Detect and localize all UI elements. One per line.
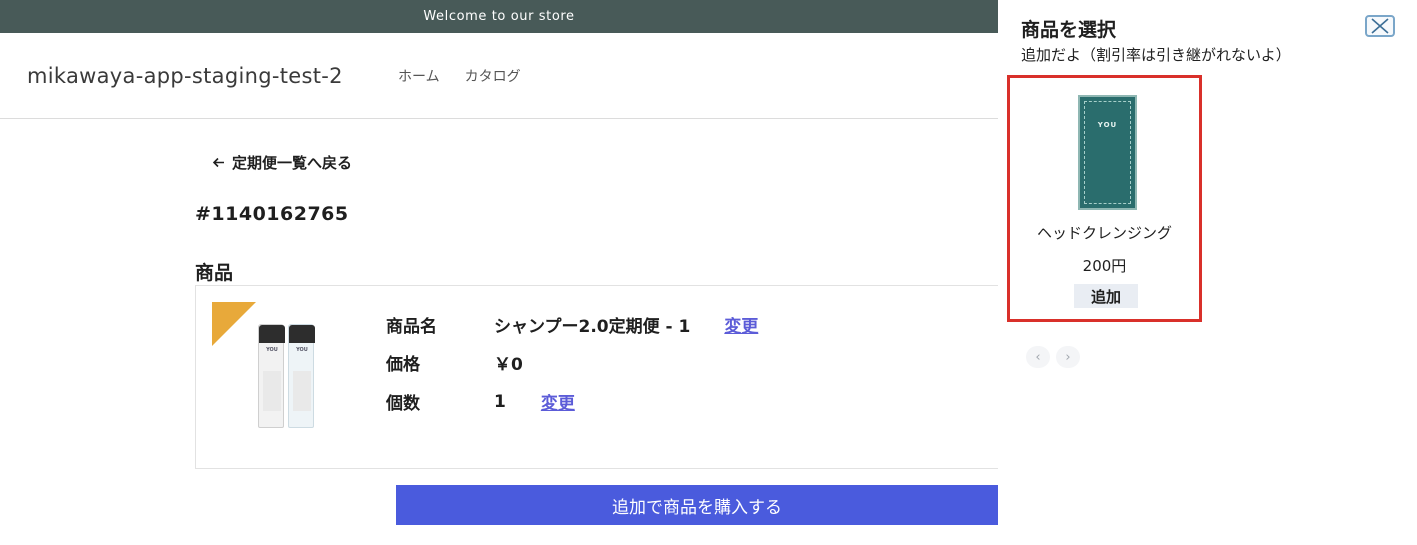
item-name-row: 商品名 シャンプー2.0定期便 - 1 変更	[386, 312, 758, 337]
store-name[interactable]: mikawaya-app-staging-test-2	[27, 64, 343, 88]
close-button[interactable]	[1365, 15, 1395, 37]
subscription-item-card: YOU YOU 商品名 シャンプー2.0定期便 - 1 変更 価格 ￥0 個数 …	[195, 285, 1015, 469]
chevron-left-icon[interactable]: ‹	[1026, 346, 1050, 368]
item-qty-label: 個数	[386, 394, 420, 414]
buy-additional-button[interactable]: 追加で商品を購入する	[396, 485, 998, 525]
site-header: mikawaya-app-staging-test-2 ホーム カタログ	[0, 33, 998, 119]
back-link-label: 定期便一覧へ戻る	[232, 154, 353, 172]
back-link[interactable]: 定期便一覧へ戻る	[212, 152, 352, 173]
change-quantity-link[interactable]: 変更	[541, 389, 575, 414]
product-select-drawer: 商品を選択 追加だよ（割引率は引き継がれないよ） YOU ヘッドクレンジング 2…	[998, 0, 1417, 545]
item-price-value: ￥0	[494, 355, 523, 375]
item-name-value: シャンプー2.0定期便 - 1	[494, 317, 691, 337]
drawer-title: 商品を選択	[1021, 19, 1117, 41]
product-price: 200円	[1082, 257, 1127, 275]
carousel-controls: ‹ ›	[1026, 346, 1080, 368]
announcement-bar: Welcome to our store	[0, 0, 998, 33]
page: Welcome to our store mikawaya-app-stagin…	[0, 0, 1417, 545]
arrow-left-icon	[212, 157, 224, 168]
shampoo-bottle-blue: YOU	[288, 324, 315, 428]
announcement-text: Welcome to our store	[423, 9, 575, 24]
chevron-right-icon[interactable]: ›	[1056, 346, 1080, 368]
change-product-link[interactable]: 変更	[724, 312, 758, 337]
subscription-ribbon	[212, 302, 256, 346]
nav-home[interactable]: ホーム	[398, 66, 440, 86]
product-image: YOU YOU	[212, 302, 332, 432]
product-image: YOU	[1078, 95, 1137, 210]
item-qty-row: 個数 1 変更	[386, 389, 575, 415]
product-card: YOU ヘッドクレンジング 200円 追加	[1007, 75, 1202, 322]
order-number: #1140162765	[195, 203, 349, 225]
main-nav: ホーム カタログ	[398, 66, 521, 86]
product-brand: YOU	[1097, 121, 1118, 129]
close-icon	[1371, 18, 1389, 34]
item-qty-value: 1	[494, 391, 506, 412]
item-price-row: 価格 ￥0	[386, 350, 523, 375]
item-name-label: 商品名	[386, 317, 437, 337]
item-price-label: 価格	[386, 355, 420, 375]
product-name: ヘッドクレンジング	[1036, 224, 1172, 242]
add-product-button[interactable]: 追加	[1074, 284, 1138, 308]
drawer-subtitle: 追加だよ（割引率は引き継がれないよ）	[1021, 46, 1291, 64]
section-title-products: 商品	[195, 262, 234, 284]
shampoo-bottle-black: YOU	[258, 324, 285, 428]
nav-catalog[interactable]: カタログ	[465, 66, 521, 86]
